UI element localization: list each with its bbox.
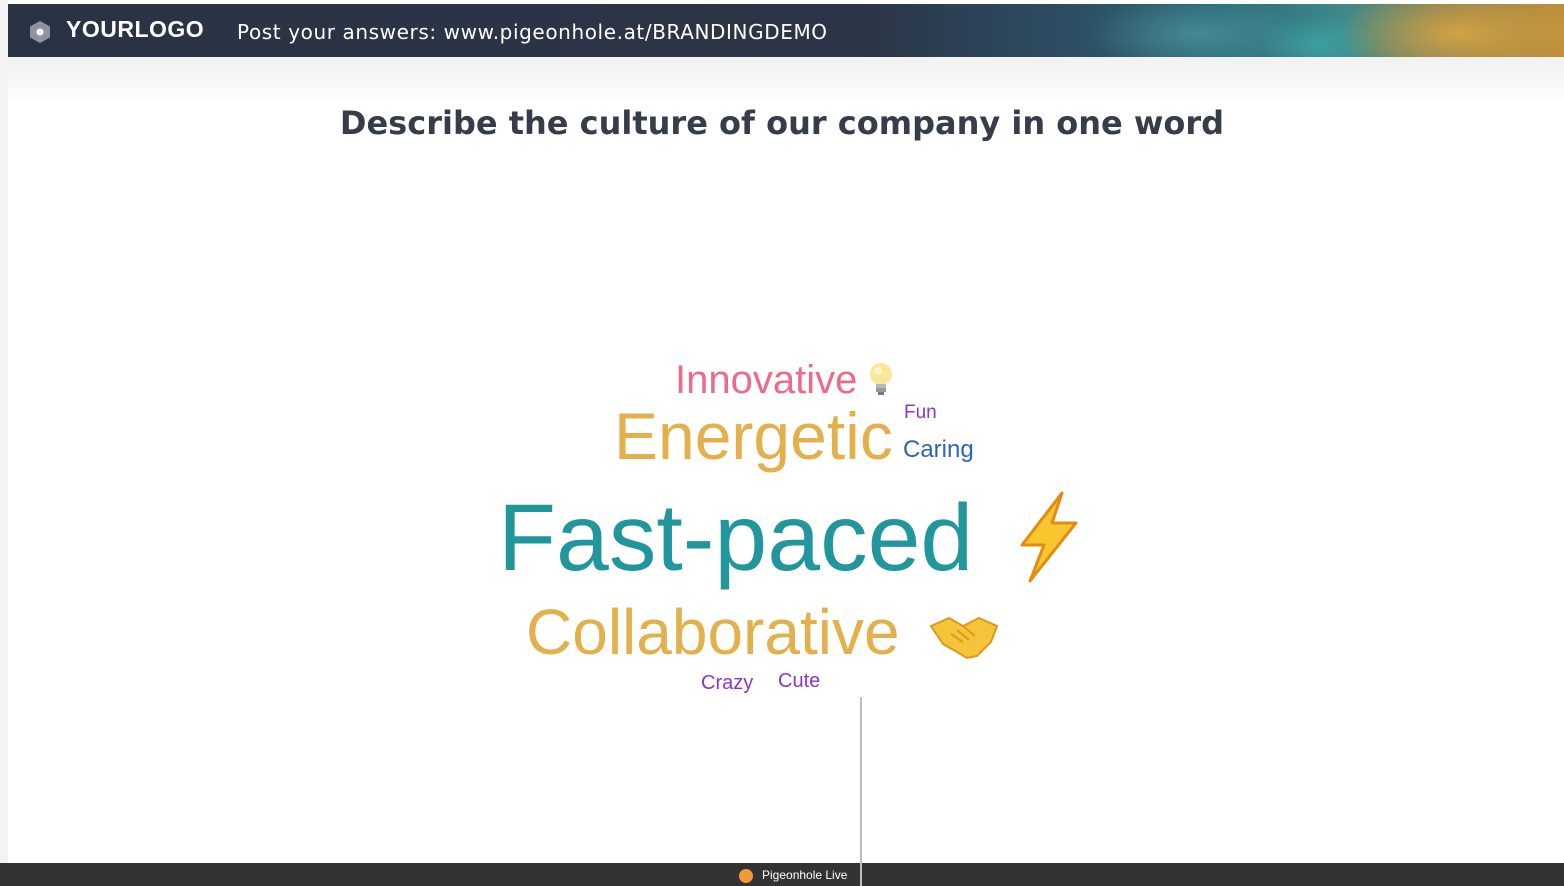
hexagon-logo-icon xyxy=(30,21,50,43)
footer-brand-text[interactable]: Pigeonhole Live xyxy=(762,868,847,882)
word-collaborative: Collaborative xyxy=(526,596,900,668)
word-fast-paced: Fast-paced xyxy=(498,485,974,591)
question-title: Describe the culture of our company in o… xyxy=(339,104,1225,142)
word-innovative: Innovative xyxy=(675,358,858,402)
center-divider xyxy=(860,697,862,863)
footer-bar: Pigeonhole Live xyxy=(0,863,1564,886)
footer-divider xyxy=(860,863,862,886)
word-fun: Fun xyxy=(904,402,937,423)
handshake-icon xyxy=(929,616,999,660)
header-banner: YOURLOGO Post your answers: www.pigeonho… xyxy=(8,4,1564,57)
lightning-bolt-icon xyxy=(1020,491,1078,583)
post-answers-text: Post your answers: www.pigeonhole.at/BRA… xyxy=(237,20,828,44)
header-shadow-band xyxy=(8,57,1564,107)
logo-text: YOURLOGO xyxy=(66,16,205,42)
word-cute: Cute xyxy=(778,670,821,692)
word-caring: Caring xyxy=(903,436,974,463)
pigeonhole-logo-icon xyxy=(739,869,753,883)
word-energetic: Energetic xyxy=(614,399,893,473)
lightbulb-icon xyxy=(870,363,892,395)
word-crazy: Crazy xyxy=(701,672,754,694)
